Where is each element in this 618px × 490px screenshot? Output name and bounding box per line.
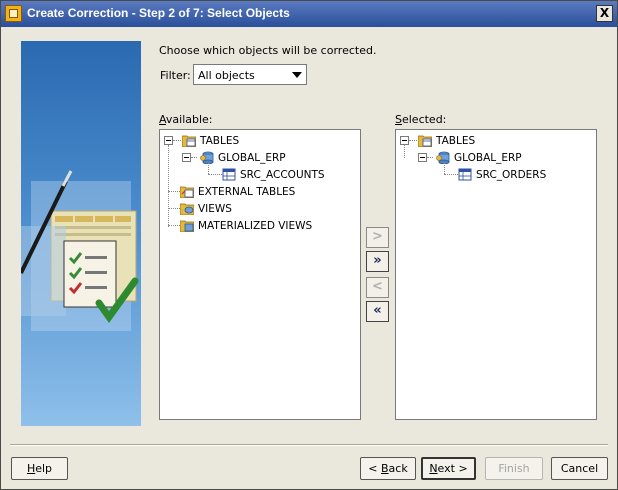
next-mnemonic: N xyxy=(429,462,438,475)
back-button[interactable]: < Back xyxy=(360,457,416,480)
available-label: Available: xyxy=(159,113,213,126)
dropdown-arrow-icon xyxy=(292,72,302,78)
selected-label-rest: elected: xyxy=(401,113,447,126)
folder-table-icon xyxy=(182,135,196,147)
available-tree[interactable]: TABLES GLOBAL_ERP SRC_ACCOUNTS EXTERNAL … xyxy=(159,129,361,420)
window-title: Create Correction - Step 2 of 7: Select … xyxy=(27,6,290,20)
folder-external-table-icon xyxy=(180,186,194,198)
collapse-icon[interactable] xyxy=(400,136,409,145)
move-all-button[interactable]: » xyxy=(366,251,389,272)
filter-label: Filter: xyxy=(160,69,191,82)
collapse-icon[interactable] xyxy=(418,153,427,162)
close-button[interactable]: X xyxy=(596,5,613,22)
wizard-side-image xyxy=(21,41,141,426)
footer-divider xyxy=(10,444,608,446)
app-icon xyxy=(5,5,22,22)
table-icon xyxy=(458,168,472,181)
selected-label: Selected: xyxy=(395,113,447,126)
help-button[interactable]: Help xyxy=(11,457,68,480)
wizard-window: Create Correction - Step 2 of 7: Select … xyxy=(0,0,618,490)
available-label-rest: vailable: xyxy=(165,113,213,126)
finish-button[interactable]: Finish xyxy=(485,457,543,480)
back-label-prefix: < xyxy=(368,462,381,475)
help-label-rest: elp xyxy=(35,462,53,475)
remove-all-button[interactable]: « xyxy=(366,301,389,322)
filter-dropdown[interactable]: All objects xyxy=(193,64,307,85)
collapse-icon[interactable] xyxy=(182,153,191,162)
back-mnemonic: B xyxy=(381,462,389,475)
next-button[interactable]: Next > xyxy=(421,457,476,480)
instructions-text: Choose which objects will be corrected. xyxy=(159,44,377,57)
folder-view-icon xyxy=(180,203,194,215)
next-label-rest: ext > xyxy=(437,462,468,475)
collapse-icon[interactable] xyxy=(164,136,173,145)
folder-materialized-view-icon xyxy=(180,220,194,232)
move-selected-button[interactable]: > xyxy=(366,227,389,248)
selected-tree[interactable]: TABLES GLOBAL_ERP SRC_ORDERS xyxy=(395,129,597,420)
cancel-button[interactable]: Cancel xyxy=(551,457,608,480)
folder-table-icon xyxy=(418,135,432,147)
title-bar: Create Correction - Step 2 of 7: Select … xyxy=(1,1,617,27)
schema-icon xyxy=(200,151,214,164)
back-label-rest: ack xyxy=(388,462,408,475)
help-mnemonic: H xyxy=(26,462,36,475)
schema-icon xyxy=(436,151,450,164)
checklist-illustration-icon xyxy=(21,170,139,331)
table-icon xyxy=(222,168,236,181)
filter-selected-value: All objects xyxy=(198,69,255,82)
remove-selected-button[interactable]: < xyxy=(366,277,389,298)
